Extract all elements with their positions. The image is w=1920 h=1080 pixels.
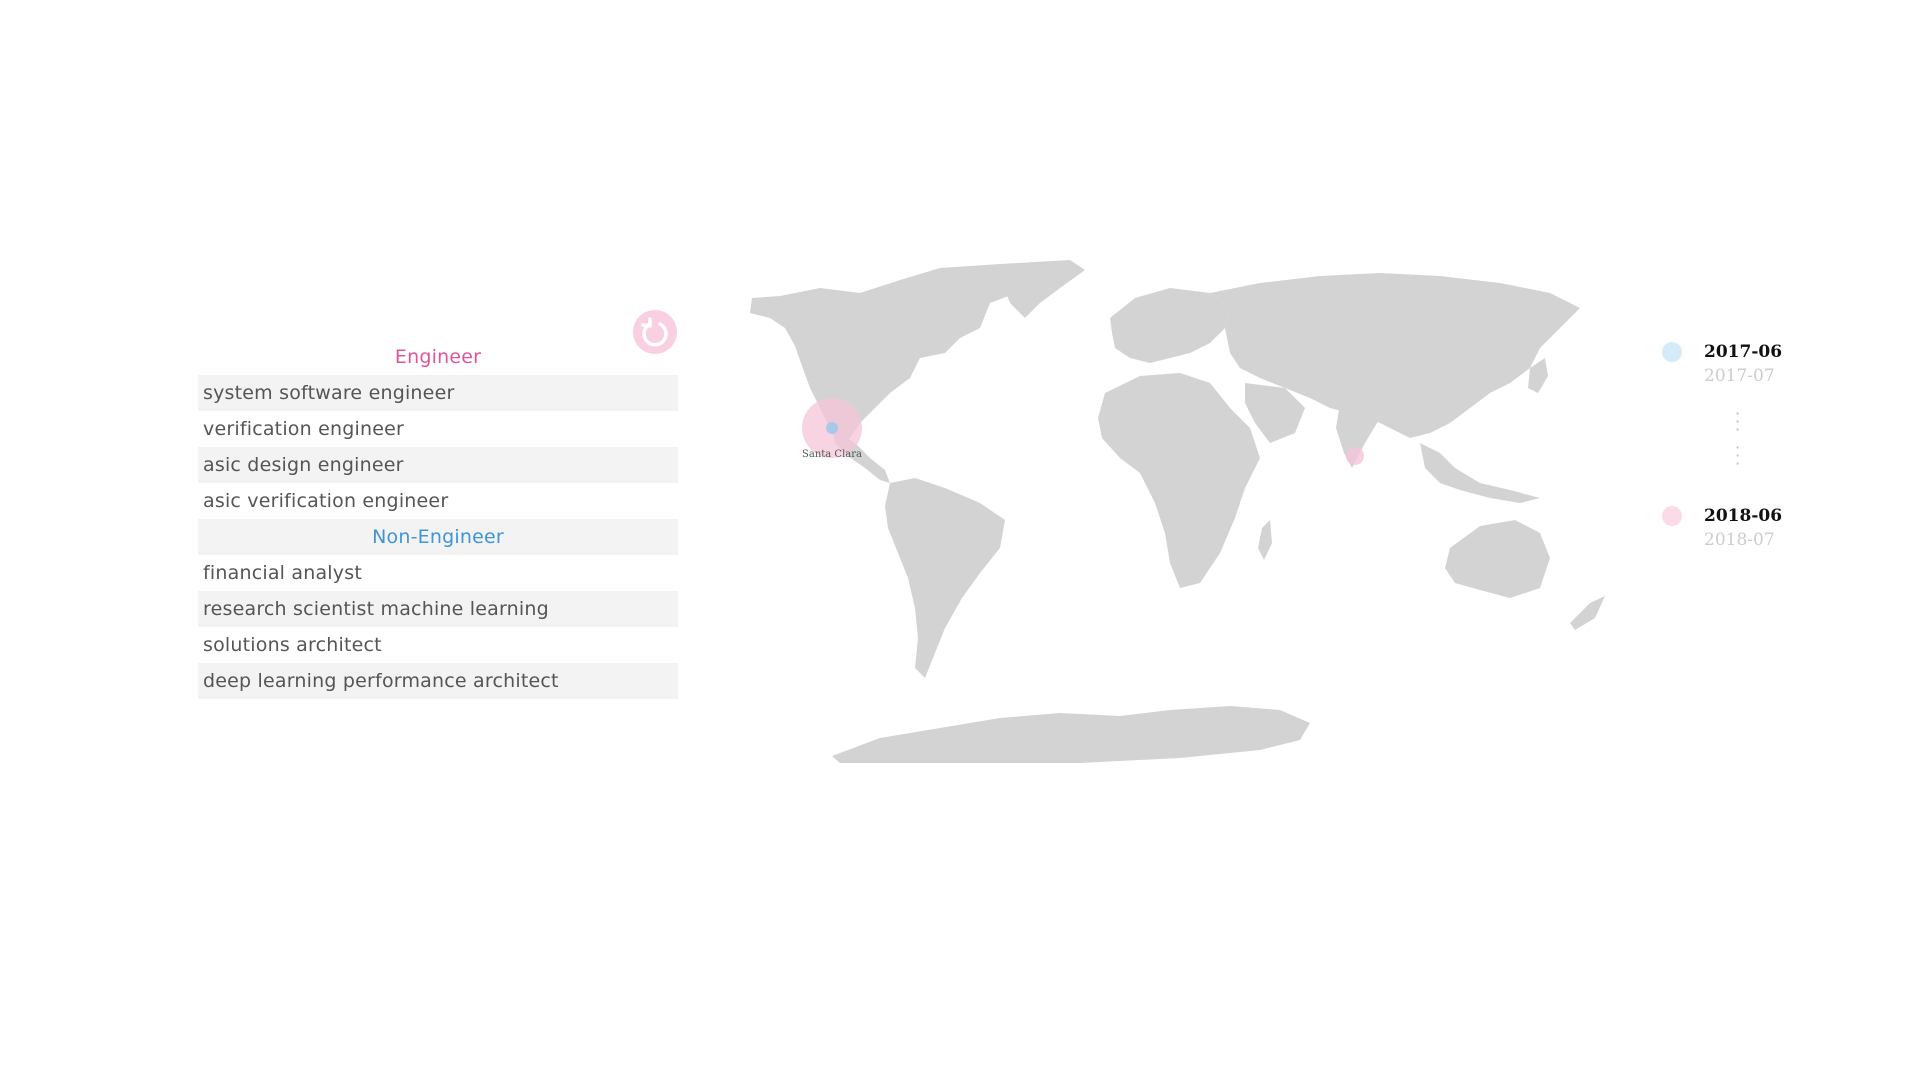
- timeline-ellipsis: · · ·: [1735, 438, 1741, 473]
- non-engineer-header[interactable]: Non-Engineer: [198, 519, 678, 555]
- map-marker-india[interactable]: [1346, 447, 1364, 465]
- antarctica: [832, 706, 1310, 763]
- map-marker-santa-clara[interactable]: Santa Clara: [802, 398, 862, 460]
- timeline-dot-end: [1662, 506, 1682, 526]
- marker-core: [826, 422, 838, 434]
- madagascar: [1258, 520, 1272, 560]
- list-item[interactable]: financial analyst: [198, 555, 678, 591]
- refresh-icon: [641, 317, 668, 347]
- list-item[interactable]: research scientist machine learning: [198, 591, 678, 627]
- north-america: [750, 264, 1040, 448]
- europe: [1110, 288, 1230, 363]
- new-zealand: [1570, 596, 1605, 630]
- timeline-date-end[interactable]: 2018-06: [1704, 506, 1782, 526]
- engineer-header[interactable]: Engineer: [198, 339, 678, 375]
- job-title-list: Engineer system software engineer verifi…: [198, 339, 678, 699]
- list-item[interactable]: verification engineer: [198, 411, 678, 447]
- land-masses: [750, 260, 1605, 763]
- africa: [1098, 373, 1260, 588]
- list-item[interactable]: asic verification engineer: [198, 483, 678, 519]
- timeline-dot-start: [1662, 342, 1682, 362]
- list-item[interactable]: solutions architect: [198, 627, 678, 663]
- greenland: [1000, 260, 1085, 318]
- south-america: [885, 478, 1005, 678]
- timeline-legend: 2017-06 2017-07 · · · · · · 2018-06 2018-07: [1650, 330, 1800, 570]
- marker-label: Santa Clara: [802, 449, 862, 460]
- list-item[interactable]: deep learning performance architect: [198, 663, 678, 699]
- reset-button[interactable]: [633, 310, 677, 354]
- southeast-asia: [1420, 443, 1540, 503]
- world-map: Santa Clara: [750, 260, 1605, 763]
- timeline-date-start[interactable]: 2017-06: [1704, 342, 1782, 362]
- australia: [1445, 520, 1550, 598]
- timeline-date-start-next: 2017-07: [1704, 366, 1775, 386]
- timeline-ellipsis: · · ·: [1735, 404, 1741, 439]
- timeline-date-end-next: 2018-07: [1704, 530, 1775, 550]
- list-item[interactable]: system software engineer: [198, 375, 678, 411]
- list-item[interactable]: asic design engineer: [198, 447, 678, 483]
